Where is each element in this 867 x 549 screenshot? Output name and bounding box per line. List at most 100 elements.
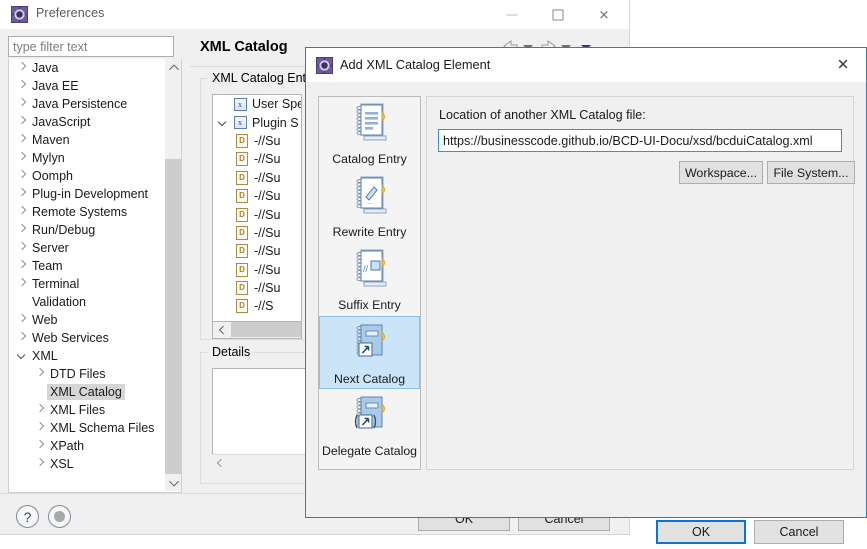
sidebar-item-xsl[interactable]: XSL xyxy=(9,455,164,473)
file-system-button[interactable]: File System... xyxy=(767,161,855,184)
scroll-up-icon[interactable] xyxy=(165,59,181,76)
tree-expander[interactable] xyxy=(13,169,31,183)
scrollbar-thumb[interactable] xyxy=(165,159,181,474)
chevron-icon[interactable] xyxy=(219,118,228,127)
sidebar-item-java[interactable]: Java xyxy=(9,59,164,77)
catalog-entry-row[interactable]: D -//Su xyxy=(213,169,301,187)
chevron-down-icon[interactable] xyxy=(18,351,27,360)
catalog-entries-tree[interactable]: x User Spe x Plugin S D -//Su D -//Su D -//Su D -//… xyxy=(212,94,302,322)
catalog-entry-row[interactable]: D -//Su xyxy=(213,261,301,279)
sidebar-item-terminal[interactable]: Terminal xyxy=(9,275,164,293)
tree-expander[interactable] xyxy=(31,403,49,417)
sidebar-item-validation[interactable]: Validation xyxy=(9,293,164,311)
chevron-right-icon[interactable] xyxy=(18,135,27,144)
apply-and-close-icon[interactable] xyxy=(48,505,71,528)
tree-expander[interactable] xyxy=(13,61,31,75)
chevron-right-icon[interactable] xyxy=(36,459,45,468)
sidebar-item-web[interactable]: Web xyxy=(9,311,164,329)
tree-expander[interactable] xyxy=(13,79,31,93)
chevron-right-icon[interactable] xyxy=(18,171,27,180)
details-hscrollbar[interactable] xyxy=(212,454,320,471)
sidebar-item-xml[interactable]: XML xyxy=(9,347,164,365)
chevron-right-icon[interactable] xyxy=(36,441,45,450)
sidebar-item-plug-in-development[interactable]: Plug-in Development xyxy=(9,185,164,203)
chevron-right-icon[interactable] xyxy=(18,207,27,216)
sidebar-item-java-ee[interactable]: Java EE xyxy=(9,77,164,95)
type-item-rewrite-entry[interactable]: ... Rewrite Entry xyxy=(319,170,420,243)
chevron-right-icon[interactable] xyxy=(18,243,27,252)
catalog-entry-row[interactable]: D -//Su xyxy=(213,150,301,168)
tree-expander[interactable] xyxy=(13,205,31,219)
type-item-delegate-catalog[interactable]: Delegate Catalog xyxy=(319,389,420,462)
chevron-right-icon[interactable] xyxy=(36,423,45,432)
sidebar-item-server[interactable]: Server xyxy=(9,239,164,257)
sidebar-item-javascript[interactable]: JavaScript xyxy=(9,113,164,131)
sidebar-item-maven[interactable]: Maven xyxy=(9,131,164,149)
filter-input[interactable] xyxy=(8,36,174,57)
scroll-left-icon[interactable] xyxy=(213,322,230,337)
scroll-down-icon[interactable] xyxy=(165,474,181,491)
tree-expander[interactable] xyxy=(13,277,31,291)
tree-expander[interactable] xyxy=(31,367,49,381)
chevron-right-icon[interactable] xyxy=(18,99,27,108)
sidebar-item-xpath[interactable]: XPath xyxy=(9,437,164,455)
sidebar-item-dtd-files[interactable]: DTD Files xyxy=(9,365,164,383)
type-item-next-catalog[interactable]: Next Catalog xyxy=(319,316,420,389)
tree-expander[interactable] xyxy=(13,133,31,147)
catalog-entry-row[interactable]: D -//Su xyxy=(213,224,301,242)
minimize-icon[interactable] xyxy=(489,0,535,29)
chevron-right-icon[interactable] xyxy=(18,81,27,90)
catalog-entry-row[interactable]: D -//Su xyxy=(213,187,301,205)
catalog-entry-row[interactable]: D -//Su xyxy=(213,279,301,297)
sidebar-item-xml-files[interactable]: XML Files xyxy=(9,401,164,419)
tree-expander[interactable] xyxy=(31,457,49,471)
sidebar-item-mylyn[interactable]: Mylyn xyxy=(9,149,164,167)
tree-expander[interactable] xyxy=(31,439,49,453)
dialog-cancel-button[interactable]: Cancel xyxy=(754,520,844,544)
preferences-tree-scrollbar[interactable] xyxy=(164,59,181,491)
help-icon[interactable]: ? xyxy=(16,505,39,528)
chevron-right-icon[interactable] xyxy=(18,189,27,198)
catalog-entries-hscrollbar[interactable] xyxy=(212,322,302,339)
tree-expander[interactable] xyxy=(13,349,31,363)
chevron-right-icon[interactable] xyxy=(18,261,27,270)
sidebar-item-xml-schema-files[interactable]: XML Schema Files xyxy=(9,419,164,437)
catalog-element-type-list[interactable]: Catalog Entry... Rewrite Entry // Suffix En… xyxy=(318,96,421,470)
sidebar-item-web-services[interactable]: Web Services xyxy=(9,329,164,347)
chevron-right-icon[interactable] xyxy=(18,153,27,162)
dialog-ok-button[interactable]: OK xyxy=(656,520,746,544)
maximize-icon[interactable] xyxy=(535,0,581,29)
catalog-entry-row[interactable]: D -//Su xyxy=(213,242,301,260)
chevron-right-icon[interactable] xyxy=(18,333,27,342)
sidebar-item-run-debug[interactable]: Run/Debug xyxy=(9,221,164,239)
scrollbar-thumb[interactable] xyxy=(231,322,301,337)
sidebar-item-remote-systems[interactable]: Remote Systems xyxy=(9,203,164,221)
chevron-right-icon[interactable] xyxy=(18,117,27,126)
catalog-entry-row[interactable]: x Plugin S xyxy=(213,113,301,131)
tree-expander[interactable] xyxy=(13,313,31,327)
type-item-suffix-entry[interactable]: // Suffix Entry xyxy=(319,243,420,316)
tree-expander[interactable] xyxy=(13,115,31,129)
chevron-right-icon[interactable] xyxy=(36,405,45,414)
sidebar-item-team[interactable]: Team xyxy=(9,257,164,275)
tree-expander[interactable] xyxy=(13,97,31,111)
tree-expander[interactable] xyxy=(13,151,31,165)
tree-expander[interactable] xyxy=(13,259,31,273)
sidebar-item-xml-catalog[interactable]: XML Catalog xyxy=(9,383,164,401)
tree-expander[interactable] xyxy=(13,223,31,237)
workspace-button[interactable]: Workspace... xyxy=(679,161,763,184)
sidebar-item-oomph[interactable]: Oomph xyxy=(9,167,164,185)
tree-expander[interactable] xyxy=(13,187,31,201)
chevron-right-icon[interactable] xyxy=(18,225,27,234)
location-input[interactable] xyxy=(438,129,842,152)
tree-expander[interactable] xyxy=(31,421,49,435)
catalog-entry-row[interactable]: D -//S xyxy=(213,297,301,315)
close-icon[interactable]: ✕ xyxy=(581,0,627,29)
chevron-right-icon[interactable] xyxy=(18,315,27,324)
tree-expander[interactable] xyxy=(13,241,31,255)
type-item-catalog-entry[interactable]: Catalog Entry xyxy=(319,97,420,170)
chevron-down-icon[interactable] xyxy=(215,118,231,127)
chevron-right-icon[interactable] xyxy=(18,63,27,72)
chevron-right-icon[interactable] xyxy=(18,279,27,288)
catalog-entry-row[interactable]: D -//Su xyxy=(213,205,301,223)
